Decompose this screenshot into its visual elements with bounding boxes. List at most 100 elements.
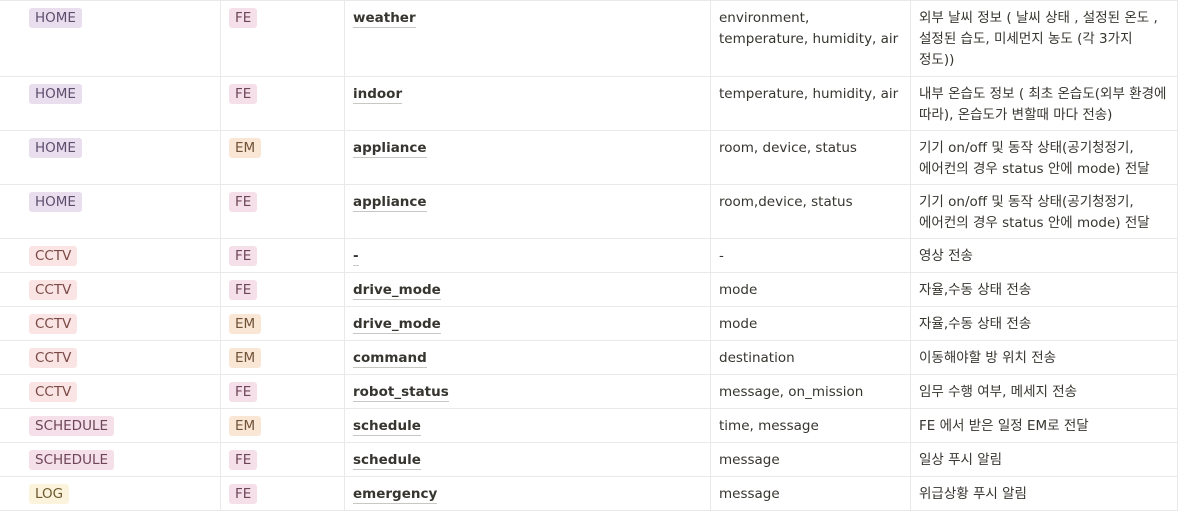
category-tag[interactable]: SCHEDULE (29, 416, 115, 436)
target-cell[interactable]: EM (221, 307, 345, 340)
target-cell[interactable]: FE (221, 443, 345, 476)
topic-cell[interactable]: schedule (345, 409, 711, 442)
table-row[interactable]: HOME FE weather environment, temperature, h… (0, 1, 1178, 77)
topic-title[interactable]: - (353, 247, 359, 266)
topic-title[interactable]: appliance (353, 193, 427, 212)
category-tag[interactable]: HOME (29, 84, 82, 104)
topic-title[interactable]: schedule (353, 417, 421, 436)
category-cell[interactable]: SCHEDULE (0, 409, 221, 442)
category-cell[interactable]: HOME (0, 1, 221, 76)
target-tag[interactable]: FE (229, 484, 258, 504)
category-cell[interactable]: CCTV (0, 375, 221, 408)
table-row[interactable]: SCHEDULE EM schedule time, message FE 에서 받은 … (0, 409, 1178, 443)
topic-title[interactable]: indoor (353, 85, 403, 104)
category-tag[interactable]: HOME (29, 8, 82, 28)
topic-cell[interactable]: weather (345, 1, 711, 76)
description-cell[interactable]: 위급상황 푸시 알림 (911, 477, 1178, 510)
target-cell[interactable]: FE (221, 185, 345, 238)
description-cell[interactable]: 자율,수동 상태 전송 (911, 307, 1178, 340)
description-cell[interactable]: 임무 수행 여부, 메세지 전송 (911, 375, 1178, 408)
target-tag[interactable]: FE (229, 8, 258, 28)
topic-title[interactable]: schedule (353, 451, 421, 470)
fields-cell[interactable]: message (711, 443, 911, 476)
fields-cell[interactable]: room,device, status (711, 185, 911, 238)
fields-cell[interactable]: temperature, humidity, air (711, 77, 911, 130)
table-row[interactable]: LOG FE emergency message 위급상황 푸시 알림 (0, 477, 1178, 511)
target-cell[interactable]: FE (221, 273, 345, 306)
topic-title[interactable]: weather (353, 9, 416, 28)
description-cell[interactable]: 자율,수동 상태 전송 (911, 273, 1178, 306)
table-row[interactable]: CCTV FE robot_status message, on_mission 임무 … (0, 375, 1178, 409)
table-row[interactable]: CCTV FE drive_mode mode 자율,수동 상태 전송 (0, 273, 1178, 307)
target-tag[interactable]: EM (229, 348, 262, 368)
table-row[interactable]: SCHEDULE FE schedule message 일상 푸시 알림 (0, 443, 1178, 477)
topic-cell[interactable]: drive_mode (345, 307, 711, 340)
topic-cell[interactable]: - (345, 239, 711, 272)
target-tag[interactable]: EM (229, 138, 262, 158)
category-tag[interactable]: CCTV (29, 246, 78, 266)
category-tag[interactable]: CCTV (29, 382, 78, 402)
topic-title[interactable]: drive_mode (353, 315, 441, 334)
description-cell[interactable]: 영상 전송 (911, 239, 1178, 272)
target-tag[interactable]: FE (229, 84, 258, 104)
description-cell[interactable]: 기기 on/off 및 동작 상태(공기청정기, 에어컨의 경우 status … (911, 131, 1178, 184)
target-tag[interactable]: FE (229, 280, 258, 300)
topic-cell[interactable]: emergency (345, 477, 711, 510)
fields-cell[interactable]: message (711, 477, 911, 510)
description-cell[interactable]: 일상 푸시 알림 (911, 443, 1178, 476)
topic-cell[interactable]: drive_mode (345, 273, 711, 306)
fields-cell[interactable]: time, message (711, 409, 911, 442)
category-tag[interactable]: CCTV (29, 280, 78, 300)
target-tag[interactable]: FE (229, 246, 258, 266)
target-cell[interactable]: FE (221, 375, 345, 408)
category-cell[interactable]: HOME (0, 185, 221, 238)
description-cell[interactable]: 외부 날씨 정보 ( 날씨 상태 , 설정된 온도 , 설정된 습도, 미세먼지… (911, 1, 1178, 76)
target-cell[interactable]: FE (221, 1, 345, 76)
table-row[interactable]: HOME EM appliance room, device, status 기기 on… (0, 131, 1178, 185)
category-cell[interactable]: SCHEDULE (0, 443, 221, 476)
table-row[interactable]: HOME FE indoor temperature, humidity, air 내부… (0, 77, 1178, 131)
topic-title[interactable]: drive_mode (353, 281, 441, 300)
target-cell[interactable]: EM (221, 131, 345, 184)
topic-title[interactable]: robot_status (353, 383, 449, 402)
category-tag[interactable]: LOG (29, 484, 70, 504)
target-tag[interactable]: EM (229, 314, 262, 334)
category-cell[interactable]: HOME (0, 77, 221, 130)
category-cell[interactable]: LOG (0, 477, 221, 510)
category-cell[interactable]: CCTV (0, 239, 221, 272)
category-cell[interactable]: CCTV (0, 273, 221, 306)
topic-title[interactable]: appliance (353, 139, 427, 158)
description-cell[interactable]: FE 에서 받은 일정 EM로 전달 (911, 409, 1178, 442)
description-cell[interactable]: 기기 on/off 및 동작 상태(공기청정기, 에어컨의 경우 status … (911, 185, 1178, 238)
topic-cell[interactable]: appliance (345, 131, 711, 184)
target-tag[interactable]: FE (229, 382, 258, 402)
fields-cell[interactable]: - (711, 239, 911, 272)
topic-cell[interactable]: indoor (345, 77, 711, 130)
category-tag[interactable]: HOME (29, 138, 82, 158)
table-row[interactable]: CCTV EM command destination 이동해야할 방 위치 전송 (0, 341, 1178, 375)
category-tag[interactable]: CCTV (29, 348, 78, 368)
topic-cell[interactable]: command (345, 341, 711, 374)
target-cell[interactable]: FE (221, 477, 345, 510)
category-cell[interactable]: CCTV (0, 341, 221, 374)
target-tag[interactable]: EM (229, 416, 262, 436)
category-cell[interactable]: HOME (0, 131, 221, 184)
target-tag[interactable]: FE (229, 192, 258, 212)
fields-cell[interactable]: mode (711, 307, 911, 340)
target-cell[interactable]: FE (221, 239, 345, 272)
topic-title[interactable]: command (353, 349, 427, 368)
fields-cell[interactable]: mode (711, 273, 911, 306)
fields-cell[interactable]: destination (711, 341, 911, 374)
fields-cell[interactable]: message, on_mission (711, 375, 911, 408)
fields-cell[interactable]: room, device, status (711, 131, 911, 184)
table-row[interactable]: HOME FE appliance room,device, status 기기 on/… (0, 185, 1178, 239)
category-cell[interactable]: CCTV (0, 307, 221, 340)
table-row[interactable]: CCTV EM drive_mode mode 자율,수동 상태 전송 (0, 307, 1178, 341)
topic-cell[interactable]: schedule (345, 443, 711, 476)
description-cell[interactable]: 이동해야할 방 위치 전송 (911, 341, 1178, 374)
topic-cell[interactable]: robot_status (345, 375, 711, 408)
target-cell[interactable]: EM (221, 341, 345, 374)
target-cell[interactable]: FE (221, 77, 345, 130)
topic-title[interactable]: emergency (353, 485, 438, 504)
description-cell[interactable]: 내부 온습도 정보 ( 최초 온습도(외부 환경에 따라), 온습도가 변할때 … (911, 77, 1178, 130)
